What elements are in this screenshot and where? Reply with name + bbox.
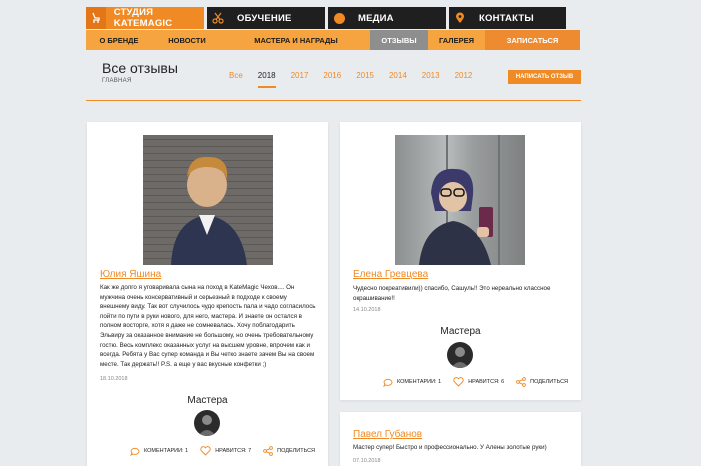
review-card: Павел Губанов Мастер супер! Быстро и про… <box>340 412 581 466</box>
subnav-gallery[interactable]: ГАЛЕРЕЯ <box>428 30 485 50</box>
share-icon <box>516 377 527 387</box>
heart-icon <box>453 377 464 387</box>
likes-count: НРАВИТСЯ: 7 <box>215 448 252 454</box>
review-actions: КОМЕНТАРИИ: 1 НРАВИТСЯ: 7 ПОДЕЛИТЬСЯ <box>130 446 327 456</box>
reviewer-name[interactable]: Елена Гревцева <box>353 269 428 280</box>
masters-heading: Мастера <box>187 395 228 406</box>
share-button[interactable]: ПОДЕЛИТЬСЯ <box>263 446 315 456</box>
map-pin-icon <box>449 7 471 29</box>
scissors-icon <box>207 7 229 29</box>
subnav-masters[interactable]: МАСТЕРА И НАГРАДЫ <box>222 30 370 50</box>
share-icon <box>263 446 274 456</box>
master-avatar[interactable] <box>194 410 220 436</box>
reviewer-name[interactable]: Юлия Яшина <box>100 269 161 280</box>
review-text: Как же долго я уговаривала сына на поход… <box>100 284 316 368</box>
comments-button[interactable]: КОМЕНТАРИИ: 1 <box>130 447 188 456</box>
review-date: 18.10.2018 <box>100 376 128 382</box>
nav-contacts-label: КОНТАКТЫ <box>479 12 534 24</box>
subnav-signup[interactable]: ЗАПИСАТЬСЯ <box>485 30 580 50</box>
year-all[interactable]: Все <box>229 71 243 88</box>
review-photo <box>143 135 273 265</box>
nav-education-label: ОБУЧЕНИЕ <box>237 12 292 24</box>
year-2014[interactable]: 2014 <box>389 71 407 88</box>
breadcrumb[interactable]: ГЛАВНАЯ <box>102 78 132 84</box>
review-date: 07.10.2018 <box>353 458 381 464</box>
play-icon <box>328 7 350 29</box>
review-card: Елена Гревцева Чудесно покреативили)) сп… <box>340 122 581 400</box>
review-text: Чудесно покреативили)) спасибо, Сашуль!!… <box>353 285 551 302</box>
master-avatar[interactable] <box>447 342 473 368</box>
chair-icon <box>86 7 106 29</box>
sub-navigation: О БРЕНДЕ НОВОСТИ МАСТЕРА И НАГРАДЫ ОТЗЫВ… <box>86 30 580 50</box>
comment-icon <box>130 447 140 456</box>
subnav-news[interactable]: НОВОСТИ <box>152 30 222 50</box>
top-navigation: СТУДИЯ KATEMAGIC ОБУЧЕНИЕ МЕДИА КОНТАКТЫ <box>86 7 580 29</box>
year-2013[interactable]: 2013 <box>422 71 440 88</box>
share-label: ПОДЕЛИТЬСЯ <box>277 448 316 454</box>
review-card: Юлия Яшина Как же долго я уговаривала сы… <box>87 122 328 466</box>
comment-icon <box>383 378 393 387</box>
masters-heading: Мастера <box>440 326 481 337</box>
review-text: Мастер супер! Быстро и профессионально. … <box>353 444 547 451</box>
year-2015[interactable]: 2015 <box>356 71 374 88</box>
comments-count: КОМЕНТАРИИ: 1 <box>397 379 442 385</box>
nav-education[interactable]: ОБУЧЕНИЕ <box>207 7 325 29</box>
share-button[interactable]: ПОДЕЛИТЬСЯ <box>516 377 568 387</box>
nav-studio[interactable]: СТУДИЯ KATEMAGIC <box>86 7 204 29</box>
review-date: 14.10.2018 <box>353 307 381 313</box>
comments-button[interactable]: КОМЕНТАРИИ: 1 <box>383 378 441 387</box>
nav-contacts[interactable]: КОНТАКТЫ <box>449 7 566 29</box>
reviewer-name[interactable]: Павел Губанов <box>353 429 422 440</box>
nav-studio-label: СТУДИЯ KATEMAGIC <box>113 7 173 29</box>
year-filter: Все 2018 2017 2016 2015 2014 2013 2012 <box>229 71 487 88</box>
year-2016[interactable]: 2016 <box>323 71 341 88</box>
nav-media[interactable]: МЕДИА <box>328 7 446 29</box>
year-2018[interactable]: 2018 <box>257 71 276 88</box>
year-2012[interactable]: 2012 <box>455 71 473 88</box>
subnav-reviews[interactable]: ОТЗЫВЫ <box>370 30 428 50</box>
nav-media-label: МЕДИА <box>358 12 394 24</box>
review-photo <box>395 135 525 265</box>
share-label: ПОДЕЛИТЬСЯ <box>530 379 569 385</box>
like-button[interactable]: НРАВИТСЯ: 7 <box>200 446 251 456</box>
page-title: Все отзывы <box>102 60 178 76</box>
like-button[interactable]: НРАВИТСЯ: 6 <box>453 377 504 387</box>
header-divider <box>86 100 581 101</box>
comments-count: КОМЕНТАРИИ: 1 <box>144 448 189 454</box>
heart-icon <box>200 446 211 456</box>
write-review-button[interactable]: НАПИСАТЬ ОТЗЫВ <box>508 70 581 84</box>
review-actions: КОМЕНТАРИИ: 1 НРАВИТСЯ: 6 ПОДЕЛИТЬСЯ <box>383 377 580 387</box>
subnav-about[interactable]: О БРЕНДЕ <box>86 30 152 50</box>
year-2017[interactable]: 2017 <box>291 71 309 88</box>
likes-count: НРАВИТСЯ: 6 <box>468 379 505 385</box>
